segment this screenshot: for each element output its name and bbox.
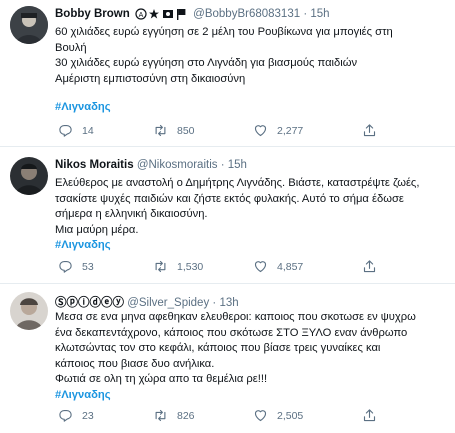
tweet-line: Αμέριστη εμπιστοσύνη στη δικαιοσύνη: [55, 72, 246, 85]
tweet[interactable]: Nikos Moraitis @Nikosmoraitis · 15h Ελεύ…: [0, 147, 455, 284]
tweet-actions: 14 850 2,277: [50, 123, 440, 139]
hashtag-link[interactable]: #Λιγναδης: [55, 238, 445, 254]
tweet-header: Nikos Moraitis @Nikosmoraitis · 15h: [55, 159, 247, 171]
share-icon: [363, 409, 376, 422]
like-button[interactable]: 4,857: [253, 259, 303, 274]
avatar[interactable]: [10, 292, 48, 330]
retweet-icon: [155, 260, 166, 273]
avatar[interactable]: [10, 157, 48, 195]
like-button[interactable]: 2,505: [253, 408, 303, 423]
hashtag-link[interactable]: #Λιγναδης: [55, 388, 445, 404]
reply-count: 14: [82, 124, 94, 137]
hashtag-link[interactable]: #Λιγναδης: [55, 100, 445, 116]
timestamp[interactable]: 15h: [310, 8, 329, 20]
handle[interactable]: @BobbyBr68083131: [193, 8, 300, 20]
separator: ·: [220, 159, 225, 171]
retweet-button[interactable]: 826: [153, 408, 195, 423]
tweet-header: Ⓢⓟⓘⓓⓔⓨ @Silver_Spidey · 13h: [55, 294, 239, 310]
share-icon: [363, 124, 376, 137]
handle[interactable]: @Nikosmoraitis: [137, 159, 218, 171]
tweet-line: 60 χιλιάδες ευρώ εγγύηση σε 2 μέλη του Ρ…: [55, 26, 393, 38]
tweet-line: σήμερα η ελληνική δικαιοσύνη.: [55, 208, 208, 220]
timestamp[interactable]: 13h: [219, 297, 238, 309]
like-count: 2,277: [277, 124, 304, 137]
display-name[interactable]: Nikos Moraitis: [55, 159, 134, 171]
tweet-line: κλωτσώντας τον στο κεφάλι, κάποιος που β…: [55, 342, 381, 354]
tweet-line: 30 χιλιάδες ευρώ εγγύηση στο Λιγνάδη για…: [55, 57, 358, 69]
tweet[interactable]: Ⓢⓟⓘⓓⓔⓨ @Silver_Spidey · 13h Μεσα σε ενα …: [0, 284, 455, 433]
reply-count: 53: [82, 260, 94, 273]
tweet-line: Φωτιά σε ολη τη χώρα απο τα θεμέλια ρε!!…: [55, 373, 268, 385]
like-button[interactable]: 2,277: [253, 123, 303, 138]
reply-count: 23: [82, 409, 94, 422]
share-icon: [363, 260, 376, 273]
name-emoji-icons: A: [135, 8, 187, 20]
avatar[interactable]: [10, 6, 48, 44]
separator: ·: [303, 8, 308, 21]
handle[interactable]: @Silver_Spidey: [127, 297, 209, 309]
retweet-button[interactable]: 850: [153, 123, 195, 138]
retweet-icon: [155, 409, 166, 422]
tweet-line: Ελεύθερος με αναστολή ο Δημήτρης Λιγνάδη…: [55, 177, 420, 189]
retweet-button[interactable]: 1,530: [153, 259, 203, 274]
tweet-feed: Bobby Brown A @BobbyBr68083131 · 15h 60 …: [0, 0, 455, 433]
tweet-header: Bobby Brown A @BobbyBr68083131 · 15h: [55, 8, 330, 20]
reply-icon: [59, 409, 72, 422]
like-count: 2,505: [277, 409, 304, 422]
retweet-count: 1,530: [177, 260, 204, 273]
tweet-line: Μια μαύρη μέρα.: [55, 223, 139, 236]
retweet-icon: [155, 124, 166, 137]
like-icon: [254, 125, 267, 137]
like-icon: [254, 261, 267, 273]
display-name[interactable]: Ⓢⓟⓘⓓⓔⓨ: [55, 297, 124, 309]
reply-icon: [59, 124, 72, 137]
reply-icon: [59, 260, 72, 273]
like-icon: [254, 410, 267, 422]
tweet-text: Μεσα σε ενα μηνα αφεθηκαν ελευθεροι: καπ…: [55, 310, 445, 403]
tweet-text: 60 χιλιάδες ευρώ εγγύηση σε 2 μέλη του Ρ…: [55, 25, 445, 116]
tweet-actions: 23 826 2,505: [50, 408, 440, 424]
tweet-actions: 53 1,530 4,857: [50, 259, 440, 275]
share-button[interactable]: [362, 259, 386, 274]
tweet-line: Μεσα σε ενα μηνα αφεθηκαν ελευθεροι: καπ…: [55, 311, 416, 323]
reply-button[interactable]: 14: [58, 123, 94, 138]
share-button[interactable]: [362, 408, 386, 423]
svg-text:A: A: [139, 12, 144, 19]
tweet-line: ένα δεκαπεντάχρονο, κάποιος που σκότωσε …: [55, 326, 408, 339]
tweet-text: Ελεύθερος με αναστολή ο Δημήτρης Λιγνάδη…: [55, 176, 445, 254]
separator: ·: [212, 297, 217, 309]
reply-button[interactable]: 23: [58, 408, 94, 423]
timestamp[interactable]: 15h: [228, 159, 247, 171]
tweet-line: τσακίστε ψυχές παιδιών και ζήστε εκτός φ…: [55, 192, 404, 205]
retweet-count: 850: [177, 124, 195, 137]
tweet[interactable]: Bobby Brown A @BobbyBr68083131 · 15h 60 …: [0, 0, 455, 147]
tweet-line: Βουλή: [55, 41, 87, 54]
share-button[interactable]: [362, 123, 386, 138]
display-name[interactable]: Bobby Brown: [55, 8, 130, 20]
like-count: 4,857: [277, 260, 304, 273]
reply-button[interactable]: 53: [58, 259, 94, 274]
retweet-count: 826: [177, 409, 195, 422]
tweet-line: κάποιος που βιασε δυο ανήλικα.: [55, 357, 215, 370]
